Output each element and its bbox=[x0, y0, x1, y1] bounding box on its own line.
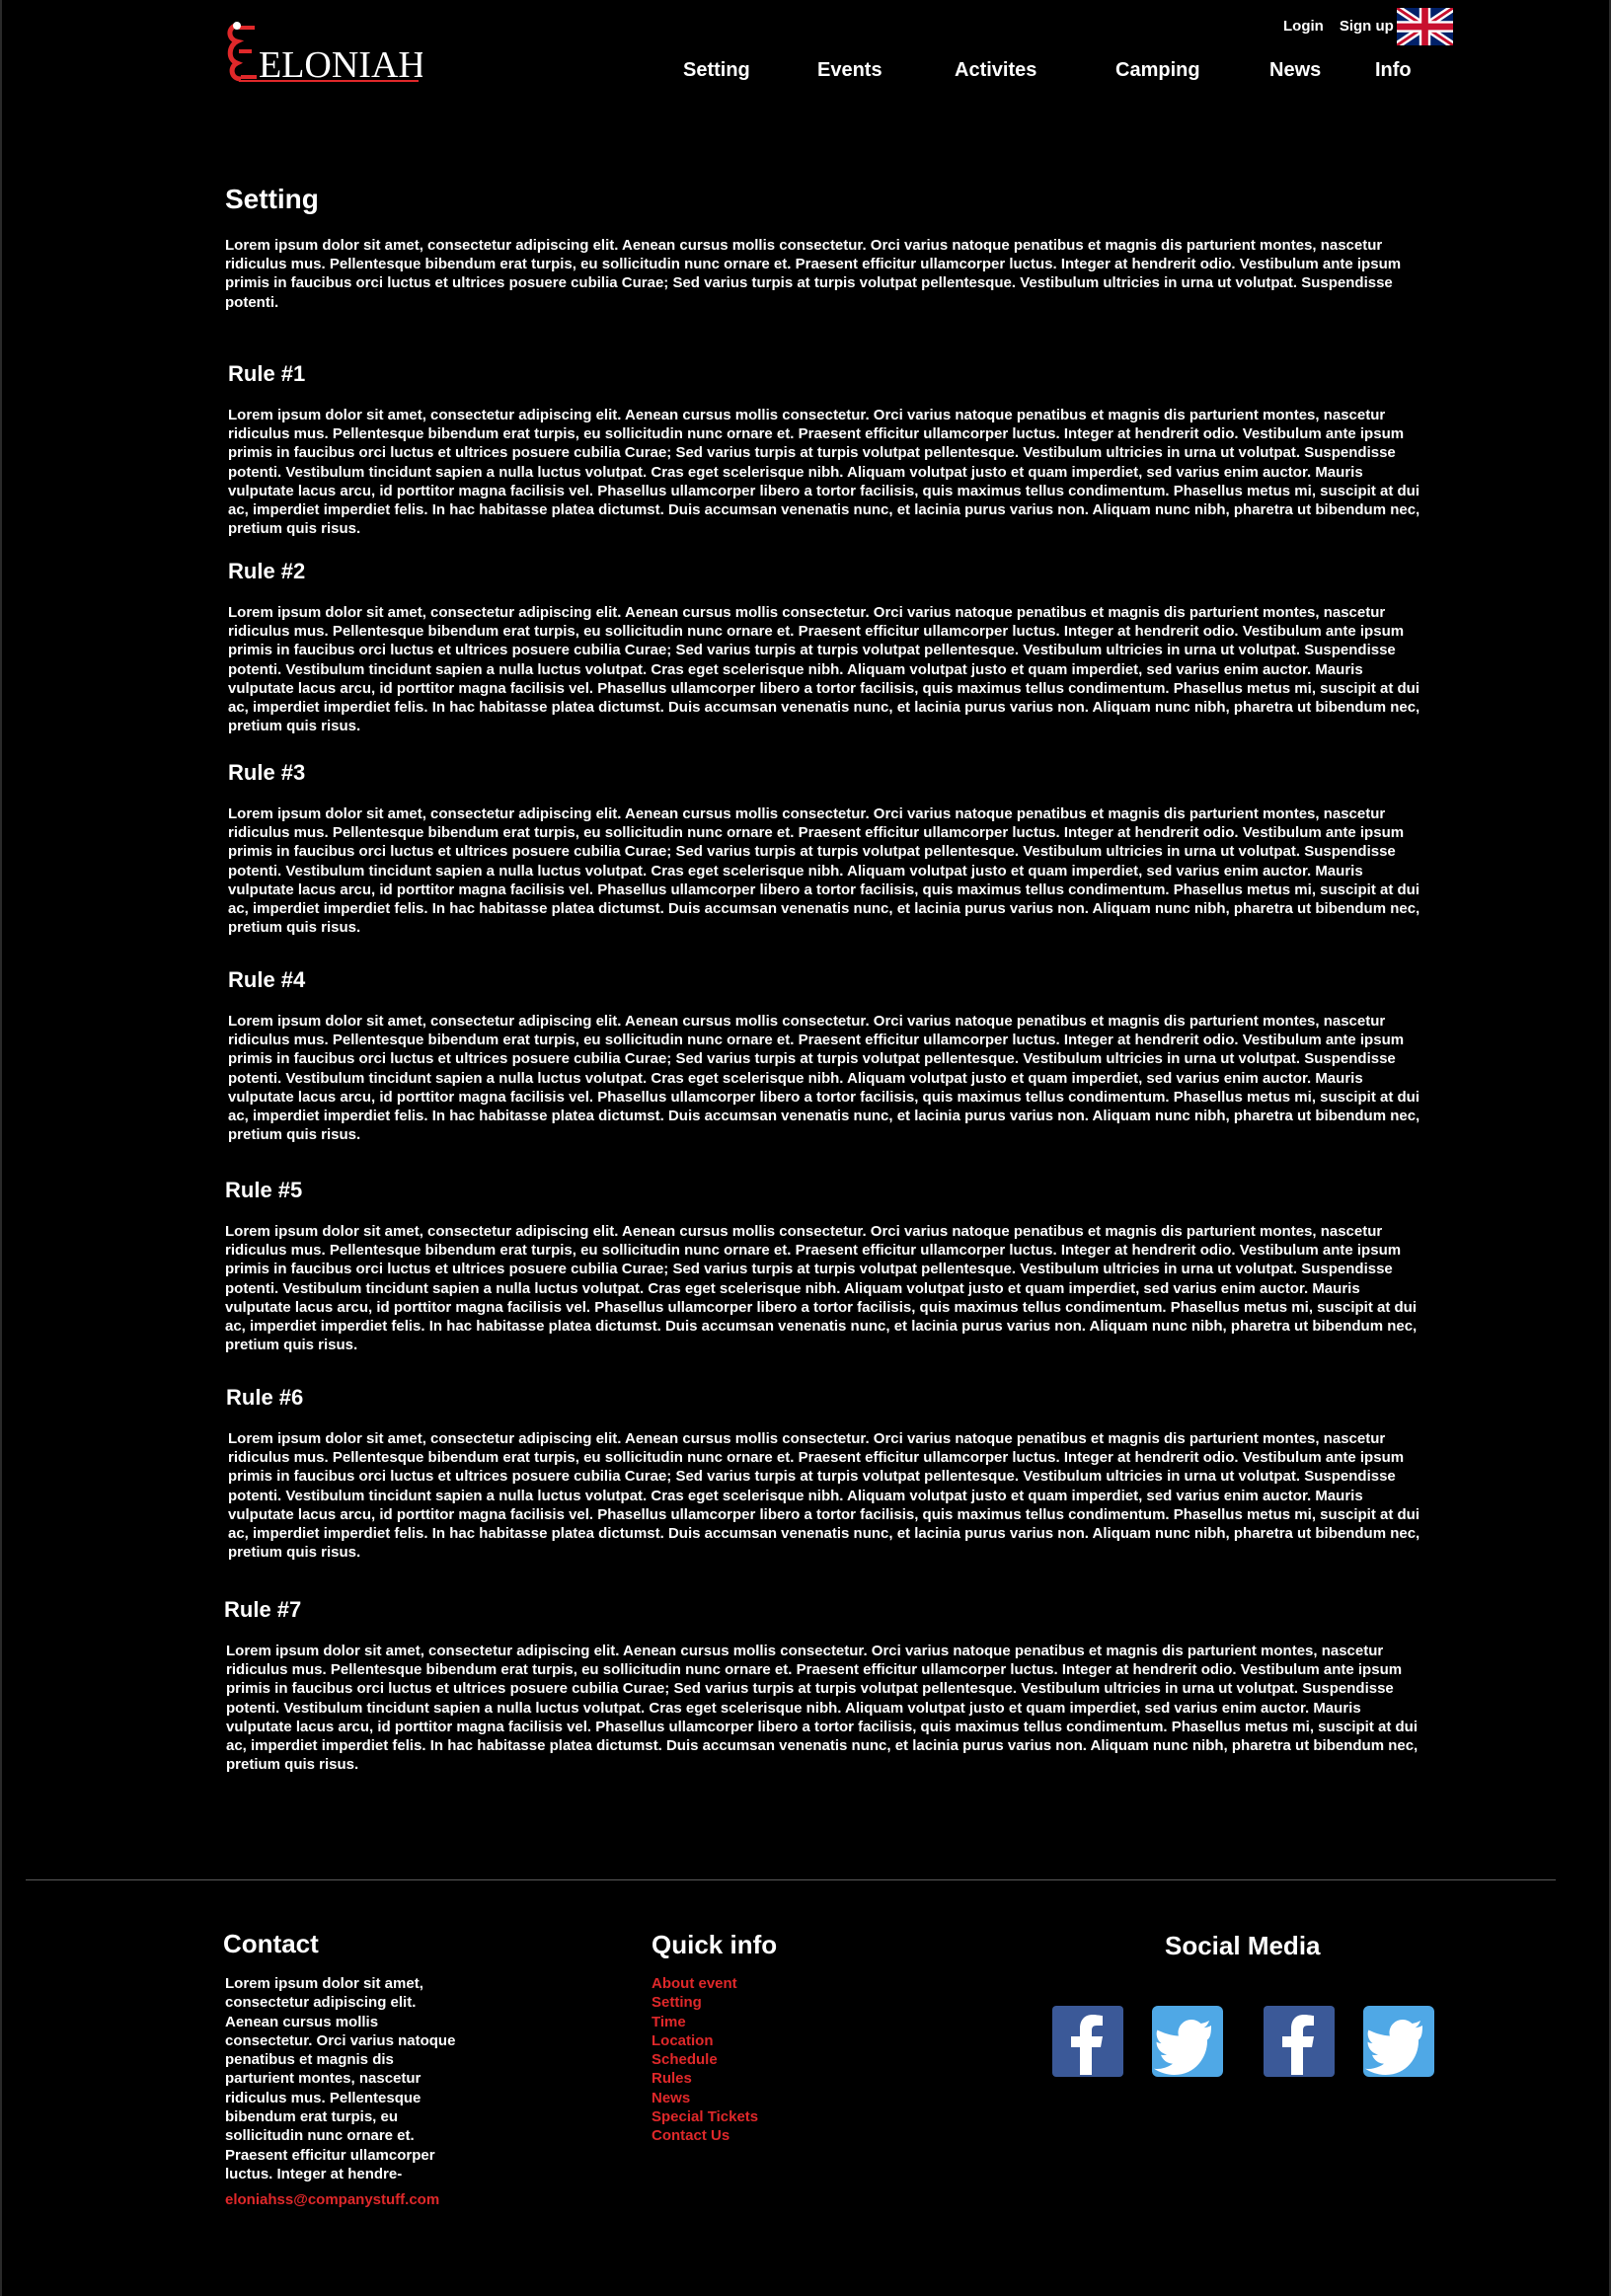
quick-link-setting[interactable]: Setting bbox=[652, 1993, 758, 2012]
rule-3-title: Rule #3 bbox=[228, 760, 306, 785]
nav-item-info[interactable]: Info bbox=[1375, 59, 1412, 82]
rule-7-title: Rule #7 bbox=[224, 1597, 302, 1622]
quick-link-time[interactable]: Time bbox=[652, 2013, 758, 2031]
twitter-icon[interactable] bbox=[1150, 2004, 1225, 2083]
quick-link-about-event[interactable]: About event bbox=[652, 1974, 758, 1993]
nav-item-events[interactable]: Events bbox=[817, 59, 882, 82]
rule-4-text: Lorem ipsum dolor sit amet, consectetur … bbox=[228, 1013, 1420, 1144]
rule-6-title: Rule #6 bbox=[226, 1385, 304, 1410]
main-nav: Setting Events Activites Camping News In… bbox=[2, 59, 1609, 85]
footer-divider bbox=[26, 1879, 1556, 1880]
login-link[interactable]: Login bbox=[1283, 18, 1324, 35]
nav-item-news[interactable]: News bbox=[1269, 59, 1321, 82]
signup-link[interactable]: Sign up bbox=[1340, 18, 1394, 35]
rule-6-text: Lorem ipsum dolor sit amet, consectetur … bbox=[228, 1430, 1420, 1562]
rule-1-title: Rule #1 bbox=[228, 361, 306, 386]
nav-item-activites[interactable]: Activites bbox=[955, 59, 1036, 82]
contact-email-link[interactable]: eloniahss@companystuff.com bbox=[225, 2191, 439, 2208]
quick-link-contact-us[interactable]: Contact Us bbox=[652, 2126, 758, 2145]
quick-info-title: Quick info bbox=[652, 1930, 778, 1959]
uk-flag-icon[interactable] bbox=[1394, 4, 1456, 49]
quick-link-news[interactable]: News bbox=[652, 2089, 758, 2107]
nav-item-camping[interactable]: Camping bbox=[1115, 59, 1200, 82]
facebook-icon[interactable] bbox=[1262, 2004, 1337, 2083]
facebook-icon[interactable] bbox=[1050, 2004, 1125, 2083]
contact-text: Lorem ipsum dolor sit amet, consectetur … bbox=[225, 1975, 456, 2182]
contact-title: Contact bbox=[223, 1929, 319, 1958]
social-media-title: Social Media bbox=[1165, 1931, 1321, 1960]
rule-5-title: Rule #5 bbox=[225, 1178, 303, 1202]
twitter-icon[interactable] bbox=[1361, 2004, 1436, 2083]
rule-7-text: Lorem ipsum dolor sit amet, consectetur … bbox=[226, 1643, 1419, 1774]
quick-info-list: About event Setting Time Location Schedu… bbox=[652, 1974, 758, 2146]
page-title: Setting bbox=[225, 184, 319, 214]
quick-link-schedule[interactable]: Schedule bbox=[652, 2050, 758, 2069]
rule-2-title: Rule #2 bbox=[228, 559, 306, 583]
nav-item-setting[interactable]: Setting bbox=[683, 59, 750, 82]
quick-link-special-tickets[interactable]: Special Tickets bbox=[652, 2107, 758, 2126]
rule-1-text: Lorem ipsum dolor sit amet, consectetur … bbox=[228, 407, 1420, 538]
rule-3-text: Lorem ipsum dolor sit amet, consectetur … bbox=[228, 805, 1420, 937]
rule-4-title: Rule #4 bbox=[228, 967, 306, 992]
intro-paragraph: Lorem ipsum dolor sit amet, consectetur … bbox=[225, 237, 1402, 311]
rule-2-text: Lorem ipsum dolor sit amet, consectetur … bbox=[228, 604, 1420, 735]
quick-link-rules[interactable]: Rules bbox=[652, 2069, 758, 2088]
quick-link-location[interactable]: Location bbox=[652, 2031, 758, 2050]
rule-5-text: Lorem ipsum dolor sit amet, consectetur … bbox=[225, 1223, 1418, 1354]
